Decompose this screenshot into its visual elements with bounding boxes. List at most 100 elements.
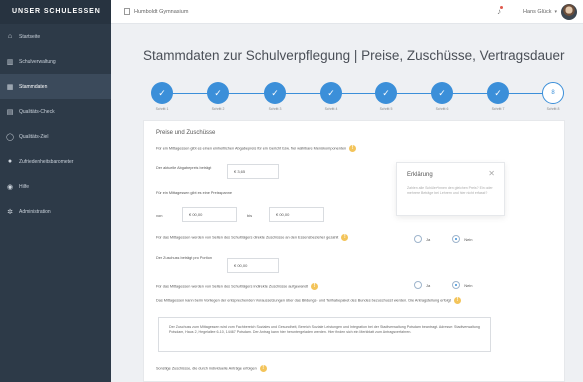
subsidy-input[interactable]: € 00,00 xyxy=(227,258,279,273)
top-bar: Humboldt Gymnasium ♪ Hans Glück ▾ xyxy=(111,0,583,24)
step-3[interactable]: ✓ Schritt 3 xyxy=(263,82,287,111)
radio-label: Nein xyxy=(464,282,473,288)
sidebar-item-qualitaets-ziel[interactable]: ◯ Qualitäts-Ziel xyxy=(0,124,111,149)
step-1[interactable]: ✓ Schritt 1 xyxy=(150,82,174,111)
info-icon[interactable]: ! xyxy=(453,297,461,304)
info-icon[interactable]: ! xyxy=(259,365,267,372)
sidebar-item-stammdaten[interactable]: ▦ Stammdaten xyxy=(0,74,111,99)
sidebar-item-label: Administration xyxy=(19,208,51,215)
question-indirect-subsidy: Für das Mittagessen werden von Seiten de… xyxy=(156,283,396,290)
calendar-icon: ▦ xyxy=(6,83,14,91)
question-text: Für ein Mittagessen gibt es einen einhei… xyxy=(156,146,347,151)
question-other-subsidies: Sonstige Zuschüsse, die durch individuel… xyxy=(156,365,396,372)
users-icon: ● xyxy=(7,158,13,165)
explanation-popover: Erklärung ✕ Zahlen alle Schüler*innen de… xyxy=(396,162,505,216)
price-label: Der aktuelle Abgabepreis beträgt xyxy=(156,166,212,170)
price-from-input[interactable]: € 00,00 xyxy=(182,207,237,222)
topbar-right: ♪ Hans Glück ▾ xyxy=(497,3,577,20)
step-number: 8 xyxy=(542,82,564,104)
sidebar-item-schulverwaltung[interactable]: ▥ Schulverwaltung xyxy=(0,49,111,74)
question-price-range: Für ein Mittagessen gibt es eine Preissp… xyxy=(156,191,232,195)
check-icon: ✓ xyxy=(375,82,397,104)
sidebar-item-qualitaets-check[interactable]: ▤ Qualitäts-Check xyxy=(0,99,111,124)
section-title: Preise und Zuschüsse xyxy=(156,130,216,136)
check-icon: ✓ xyxy=(320,82,342,104)
popover-title: Erklärung xyxy=(407,172,433,178)
school-icon xyxy=(124,8,130,15)
building-icon: ▥ xyxy=(6,58,14,66)
popover-body: Zahlen alle Schüler*innen den gleichen P… xyxy=(407,186,493,195)
indirect-subsidy-radio-group: Ja Nein xyxy=(414,281,494,289)
target-icon: ◯ xyxy=(6,133,14,141)
sidebar-item-startseite[interactable]: ⌂ Startseite xyxy=(0,24,111,49)
question-direct-subsidy: Für das Mittagessen werden von Seiten de… xyxy=(156,234,396,241)
to-label: bis xyxy=(247,213,253,218)
from-label: von xyxy=(156,213,163,218)
help-icon: ◉ xyxy=(6,183,14,191)
radio-label: Nein xyxy=(464,236,473,242)
sidebar-item-administration[interactable]: ✲ Administration xyxy=(0,199,111,224)
page-title: Stammdaten zur Schulverpflegung | Preise… xyxy=(143,48,565,63)
step-label: Schritt 4 xyxy=(324,107,338,111)
radio-no[interactable]: Nein xyxy=(452,235,472,243)
radio-yes[interactable]: Ja xyxy=(414,281,430,289)
user-name[interactable]: Hans Glück xyxy=(523,9,551,15)
notification-bell-icon[interactable]: ♪ xyxy=(497,6,504,16)
step-label: Schritt 3 xyxy=(268,107,282,111)
check-icon: ✓ xyxy=(431,82,453,104)
radio-yes[interactable]: Ja xyxy=(414,235,430,243)
check-icon: ✓ xyxy=(151,82,173,104)
radio-button[interactable] xyxy=(414,281,422,289)
radio-label: Ja xyxy=(426,282,431,288)
question-bildungspaket: Das Mittagessen kann beim Vorliegen der … xyxy=(156,297,511,304)
stepper: ✓ Schritt 1 ✓ Schritt 2 ✓ Schritt 3 ✓ Sc… xyxy=(150,82,565,112)
check-icon: ✓ xyxy=(487,82,509,104)
sidebar-item-label: Zufriedenheitsbarometer xyxy=(19,158,74,165)
price-to-input[interactable]: € 00,00 xyxy=(269,207,324,222)
step-8[interactable]: 8 Schritt 8 xyxy=(541,82,565,111)
direct-subsidy-radio-group: Ja Nein xyxy=(414,235,494,243)
gear-icon: ✲ xyxy=(7,208,13,216)
close-icon[interactable]: ✕ xyxy=(488,169,495,178)
question-uniform-price: Für ein Mittagessen gibt es einen einhei… xyxy=(156,145,386,152)
school-selector[interactable]: Humboldt Gymnasium xyxy=(124,8,188,15)
question-text: Für das Mittagessen werden von Seiten de… xyxy=(156,284,308,289)
avatar[interactable] xyxy=(561,3,577,20)
info-icon[interactable]: ! xyxy=(349,145,357,152)
sidebar-item-zufriedenheitsbarometer[interactable]: ● Zufriedenheitsbarometer xyxy=(0,149,111,174)
clipboard-icon: ▤ xyxy=(6,108,14,116)
home-icon: ⌂ xyxy=(7,33,13,40)
question-text: Für das Mittagessen werden von Seiten de… xyxy=(156,235,339,240)
check-icon: ✓ xyxy=(264,82,286,104)
radio-button[interactable] xyxy=(452,281,461,289)
school-name: Humboldt Gymnasium xyxy=(134,8,189,15)
step-label: Schritt 8 xyxy=(546,107,560,111)
price-input[interactable]: € 3,65 xyxy=(227,164,279,179)
step-2[interactable]: ✓ Schritt 2 xyxy=(206,82,230,111)
step-label: Schritt 1 xyxy=(155,107,169,111)
sidebar-item-hilfe[interactable]: ◉ Hilfe xyxy=(0,174,111,199)
step-6[interactable]: ✓ Schritt 6 xyxy=(430,82,454,111)
step-5[interactable]: ✓ Schritt 5 xyxy=(374,82,398,111)
question-text: Sonstige Zuschüsse, die durch individuel… xyxy=(156,366,257,371)
main-content: Stammdaten zur Schulverpflegung | Preise… xyxy=(111,24,583,382)
app-brand[interactable]: UNSER SCHULESSEN xyxy=(0,0,111,24)
sidebar-item-label: Startseite xyxy=(19,33,41,40)
radio-button[interactable] xyxy=(414,235,422,243)
info-icon[interactable]: ! xyxy=(310,283,318,290)
question-text: Das Mittagessen kann beim Vorliegen der … xyxy=(156,298,451,303)
sidebar-item-label: Qualitäts-Ziel xyxy=(19,133,49,140)
info-icon[interactable]: ! xyxy=(341,234,349,241)
step-label: Schritt 7 xyxy=(491,107,505,111)
sidebar-item-label: Qualitäts-Check xyxy=(19,108,55,115)
step-label: Schritt 5 xyxy=(379,107,393,111)
step-label: Schritt 6 xyxy=(435,107,449,111)
radio-button[interactable] xyxy=(452,235,461,243)
check-icon: ✓ xyxy=(207,82,229,104)
chevron-down-icon[interactable]: ▾ xyxy=(554,9,557,15)
step-4[interactable]: ✓ Schritt 4 xyxy=(319,82,343,111)
form-card: Preise und Zuschüsse Für ein Mittagessen… xyxy=(143,120,565,382)
radio-label: Ja xyxy=(426,236,431,242)
radio-no[interactable]: Nein xyxy=(452,281,472,289)
step-7[interactable]: ✓ Schritt 7 xyxy=(486,82,510,111)
